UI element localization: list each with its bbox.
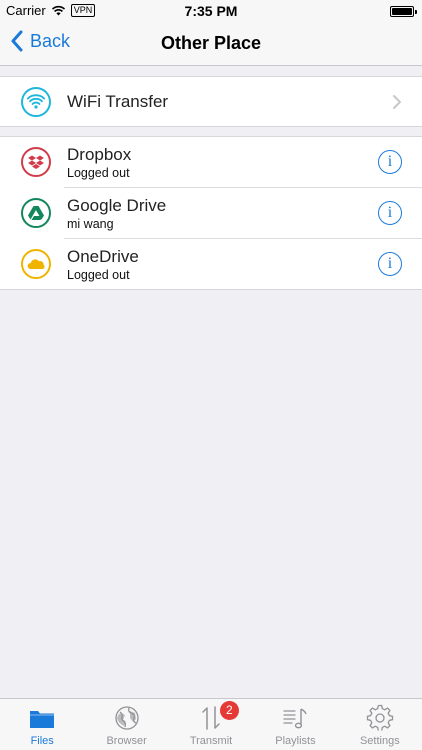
dropbox-info-button[interactable]: i <box>378 150 402 174</box>
navigation-bar: Back Other Place <box>0 22 422 66</box>
dropbox-status: Logged out <box>67 166 130 180</box>
tab-transmit-label: Transmit <box>189 735 233 747</box>
battery-icon <box>390 6 417 17</box>
status-time: 7:35 PM <box>184 3 238 19</box>
tab-bar: Files Browser 2 Transmit Playlists Setti… <box>0 698 422 750</box>
tab-browser[interactable]: Browser <box>84 699 168 750</box>
dropbox-title: Dropbox <box>67 145 132 164</box>
google-drive-info-button[interactable]: i <box>378 201 402 225</box>
wifi-icon <box>21 87 51 117</box>
wifi-transfer-row[interactable]: WiFi Transfer <box>0 77 422 128</box>
onedrive-row[interactable]: OneDrive Logged out i <box>0 239 422 290</box>
onedrive-info-button[interactable]: i <box>378 252 402 276</box>
onedrive-icon <box>21 249 51 279</box>
tab-playlists[interactable]: Playlists <box>253 699 337 750</box>
status-bar: Carrier VPN 7:35 PM <box>0 0 422 22</box>
cloud-services-group: Dropbox Logged out i Google Drive mi wan… <box>0 136 422 290</box>
globe-icon <box>114 706 139 730</box>
google-drive-row[interactable]: Google Drive mi wang i <box>0 188 422 239</box>
tab-transmit[interactable]: 2 Transmit <box>169 699 253 750</box>
gear-icon <box>366 704 393 731</box>
google-drive-account: mi wang <box>67 217 114 231</box>
chevron-right-icon <box>393 95 401 109</box>
wifi-group: WiFi Transfer <box>0 76 422 127</box>
google-drive-icon <box>21 198 51 228</box>
google-drive-title: Google Drive <box>67 196 167 215</box>
folder-icon <box>30 711 55 728</box>
tab-files[interactable]: Files <box>0 699 84 750</box>
tab-settings-label: Settings <box>359 735 400 747</box>
dropbox-icon <box>21 147 51 177</box>
transmit-badge: 2 <box>219 701 239 720</box>
page-title: Other Place <box>160 33 262 53</box>
tab-browser-label: Browser <box>106 735 147 747</box>
tab-playlists-label: Playlists <box>275 735 316 747</box>
tab-files-label: Files <box>30 735 54 747</box>
dropbox-row[interactable]: Dropbox Logged out i <box>0 137 422 188</box>
tab-settings[interactable]: Settings <box>338 699 422 750</box>
onedrive-status: Logged out <box>67 268 130 282</box>
playlist-icon <box>283 708 308 729</box>
wifi-transfer-label: WiFi Transfer <box>67 92 169 111</box>
onedrive-title: OneDrive <box>67 247 139 266</box>
